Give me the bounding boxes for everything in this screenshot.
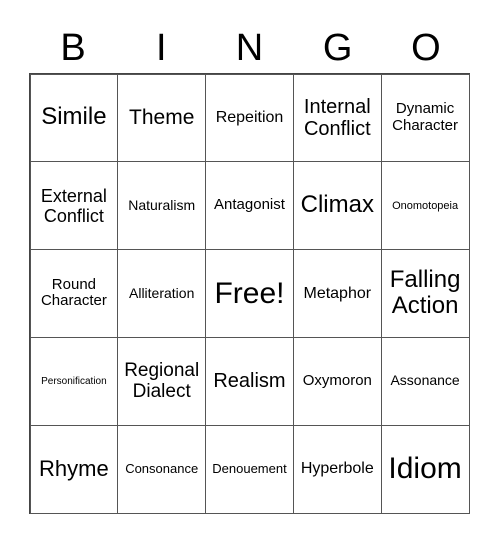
bingo-cell[interactable]: Oxymoron [292,336,382,426]
bingo-cell[interactable]: Realism [205,336,294,426]
bingo-cell[interactable]: Hyperbole [292,424,382,514]
bingo-cell[interactable]: Round Character [29,249,119,338]
bingo-cell[interactable]: Internal Conflict [292,73,382,163]
bingo-cell[interactable]: Denouement [205,424,294,514]
bingo-cell[interactable]: Theme [117,73,207,163]
bingo-cell[interactable]: Idiom [380,424,470,514]
bingo-cell[interactable]: Metaphor [292,249,382,338]
bingo-cell[interactable]: Rhyme [29,424,119,514]
header-letter-o: O [411,27,441,69]
header-letter-b: B [60,27,86,69]
header-letter-n: N [235,27,264,69]
bingo-cell[interactable]: Simile [29,73,119,163]
bingo-cell[interactable]: Assonance [380,336,470,426]
bingo-grid: Simile Theme Repeition Internal Conflict Dyn… [29,73,470,514]
header-letter-i: I [156,27,167,69]
bingo-cell[interactable]: Falling Action [380,249,470,338]
bingo-cell[interactable]: Consonance [117,424,207,514]
bingo-cell[interactable]: Climax [292,161,382,251]
bingo-cell[interactable]: Onomotopeia [380,161,470,251]
bingo-cell[interactable]: Regional Dialect [117,336,207,426]
bingo-cell[interactable]: Free! [205,249,294,338]
bingo-cell[interactable]: Personification [29,336,119,426]
bingo-cell[interactable]: Naturalism [117,161,207,251]
bingo-cell[interactable]: Antagonist [205,161,294,251]
bingo-cell[interactable]: Dynamic Character [380,73,470,163]
bingo-header: B I N G O [29,26,470,70]
bingo-cell[interactable]: Alliteration [117,249,207,338]
bingo-cell[interactable]: External Conflict [29,161,119,251]
bingo-cell[interactable]: Repeition [205,73,294,163]
header-letter-g: G [322,27,353,69]
